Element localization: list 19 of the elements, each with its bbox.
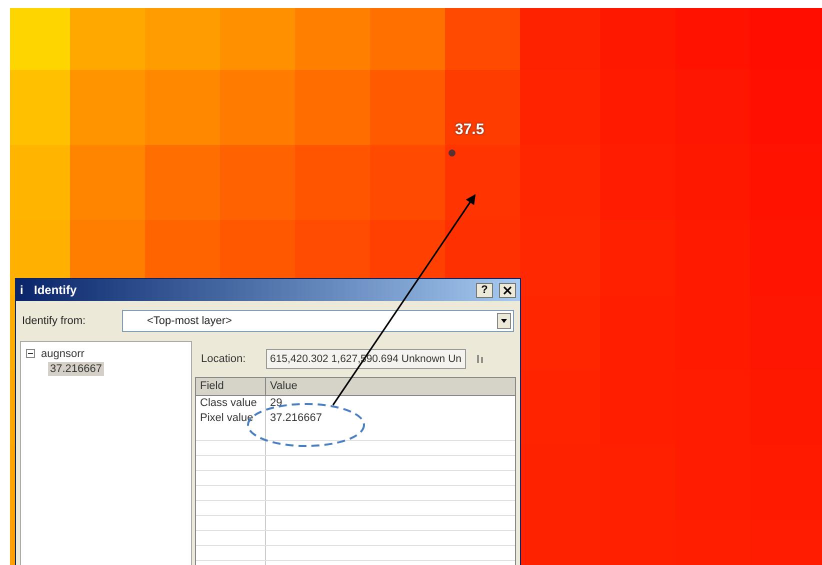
tree-item[interactable]: 37.216667 xyxy=(48,362,104,376)
close-icon[interactable] xyxy=(503,286,512,294)
table-cell-text: 29 xyxy=(269,396,284,411)
table-cell-text: 37.216667 xyxy=(269,411,323,426)
identify-from-label: Identify from: xyxy=(22,314,87,329)
help-button[interactable]: ? xyxy=(476,282,493,298)
column-header[interactable]: Field xyxy=(196,378,266,395)
table-cell: Pixel value xyxy=(196,411,266,426)
column-header[interactable]: Value xyxy=(266,378,515,395)
info-icon: i xyxy=(20,281,28,299)
location-label: Location: xyxy=(201,352,247,367)
tree-item[interactable]: augnsorr xyxy=(39,346,86,360)
close-button[interactable] xyxy=(499,282,516,298)
table-cell: Class value xyxy=(196,396,266,411)
point-marker-icon xyxy=(448,149,456,157)
map-label: 37.5 xyxy=(455,120,484,140)
collapse-icon[interactable] xyxy=(26,349,35,358)
layer-dropdown[interactable]: <Top-most layer> xyxy=(122,310,514,332)
window-title: Identify xyxy=(34,282,77,299)
